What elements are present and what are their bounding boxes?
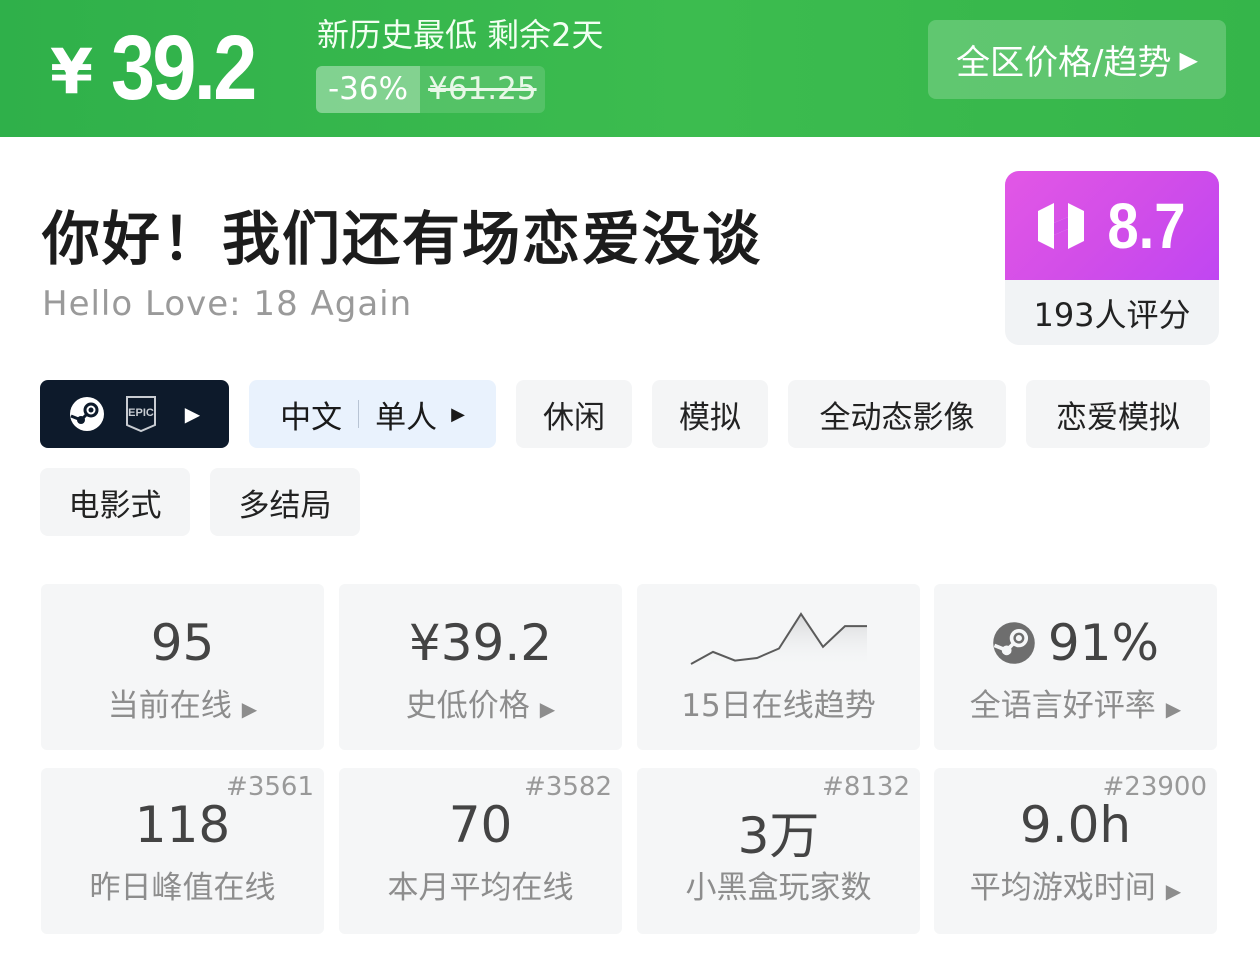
language-mode-tag[interactable]: 中文 单人 ▶: [249, 380, 496, 448]
epic-games-icon: EPIC: [125, 396, 156, 433]
average-playtime-label-row: 平均游戏时间 ▶: [934, 862, 1217, 907]
score-card[interactable]: 8.7 193人评分: [1005, 171, 1219, 345]
discount-row: -36% ¥61.25: [316, 66, 545, 113]
price-banner: ¥ 39.2 新历史最低 剩余2天 -36% ¥61.25 全区价格/趋势 ▶: [0, 0, 1260, 137]
peak-online-value: 118: [134, 796, 231, 854]
original-price: ¥61.25: [420, 66, 545, 113]
discount-badge: -36%: [316, 66, 421, 113]
current-price: ¥ 39.2: [50, 8, 278, 128]
current-online-value: 95: [150, 614, 215, 672]
stat-peak-online[interactable]: #3561 118 昨日峰值在线: [41, 768, 324, 934]
lowest-price-value: ¥39.2: [408, 614, 553, 672]
tag-casual[interactable]: 休闲: [516, 380, 632, 448]
score-value: 8.7: [1106, 189, 1186, 262]
tag-label: 多结局: [238, 487, 332, 524]
raters-count: 193人评分: [1033, 295, 1191, 334]
tag-label: 恋爱模拟: [1056, 399, 1180, 436]
region-price-trend-button[interactable]: 全区价格/趋势 ▶: [928, 20, 1226, 99]
tag-label: 全动态影像: [819, 399, 975, 436]
tag-fmv[interactable]: 全动态影像: [788, 380, 1006, 448]
caret-right-icon: ▶: [451, 403, 465, 425]
online-trend-label: 15日在线趋势: [681, 688, 876, 724]
tag-label: 模拟: [679, 399, 741, 436]
tag-label: 休闲: [543, 399, 605, 436]
average-playtime-value: 9.0h: [1019, 796, 1132, 854]
caret-right-icon: ▶: [1165, 697, 1182, 721]
heybox-players-label: 小黑盒玩家数: [685, 870, 872, 906]
score-header: 8.7: [1005, 171, 1219, 280]
platform-tag[interactable]: EPIC ▶: [40, 380, 229, 448]
caret-right-icon: ▶: [539, 697, 556, 721]
game-title: 你好！我们还有场恋爱没谈: [42, 205, 763, 273]
deal-title: 新历史最低 剩余2天: [317, 16, 604, 54]
stat-monthly-average[interactable]: #3582 70 本月平均在线: [339, 768, 622, 934]
online-trend-sparkline: [690, 612, 867, 668]
game-subtitle: Hello Love: 18 Again: [42, 284, 413, 324]
steam-icon: [69, 397, 104, 431]
steam-icon: [993, 622, 1035, 664]
positive-rating-value: 91%: [1047, 614, 1160, 672]
lowest-price-label: 史低价格: [405, 688, 530, 724]
tag-simulation[interactable]: 模拟: [652, 380, 768, 448]
caret-right-icon: ▶: [184, 402, 201, 426]
tag-cinematic[interactable]: 电影式: [40, 468, 190, 536]
average-playtime-label: 平均游戏时间: [969, 870, 1156, 906]
svg-text:EPIC: EPIC: [128, 407, 154, 419]
price-value: 39.2: [111, 16, 257, 119]
caret-right-icon: ▶: [1179, 45, 1198, 74]
lowest-price-label-row: 史低价格 ▶: [339, 680, 622, 725]
tag-dating-sim[interactable]: 恋爱模拟: [1026, 380, 1210, 448]
region-price-trend-label: 全区价格/趋势: [956, 43, 1172, 83]
caret-right-icon: ▶: [241, 697, 258, 721]
stat-positive-rating[interactable]: 91% 全语言好评率 ▶: [934, 584, 1217, 750]
caret-right-icon: ▶: [1165, 879, 1182, 903]
tag-label: 电影式: [68, 487, 162, 524]
stat-heybox-players[interactable]: #8132 3万 小黑盒玩家数: [637, 768, 920, 934]
trend-area: [691, 614, 867, 668]
stat-current-online[interactable]: 95 当前在线 ▶: [41, 584, 324, 750]
tag-multiple-endings[interactable]: 多结局: [210, 468, 360, 536]
language-label: 中文: [280, 399, 343, 436]
current-online-label-row: 当前在线 ▶: [41, 680, 324, 725]
current-online-label: 当前在线: [107, 688, 232, 724]
monthly-average-value: 70: [448, 796, 513, 854]
stat-average-playtime[interactable]: #23900 9.0h 平均游戏时间 ▶: [934, 768, 1217, 934]
mode-label: 单人: [375, 399, 438, 436]
heybox-players-value: 3万: [737, 807, 820, 865]
monthly-average-label: 本月平均在线: [387, 870, 574, 906]
heybox-logo-icon: [1037, 202, 1084, 249]
divider: [358, 400, 360, 428]
positive-rating-label: 全语言好评率: [969, 688, 1156, 724]
positive-rating-row: 91%: [934, 614, 1217, 672]
currency-symbol: ¥: [50, 34, 94, 108]
stat-online-trend[interactable]: 15日在线趋势: [637, 584, 920, 750]
positive-rating-label-row: 全语言好评率 ▶: [934, 680, 1217, 725]
peak-online-label: 昨日峰值在线: [89, 870, 276, 906]
stat-lowest-price[interactable]: ¥39.2 史低价格 ▶: [339, 584, 622, 750]
